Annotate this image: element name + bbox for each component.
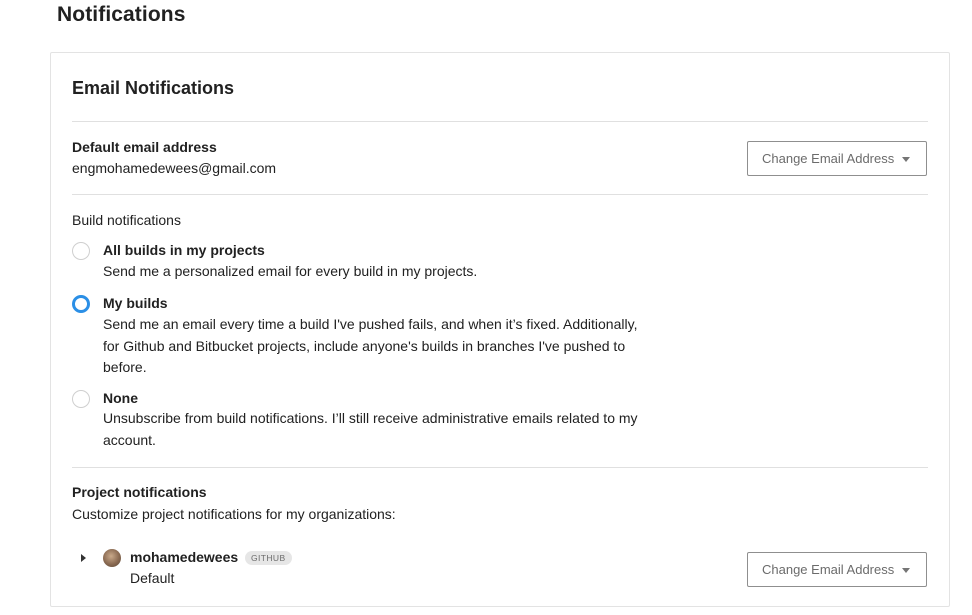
vcs-badge: GITHUB <box>245 551 292 565</box>
default-email-label: Default email address <box>72 139 217 155</box>
section-title: Email Notifications <box>72 78 235 98</box>
divider <box>72 121 928 122</box>
chevron-right-icon[interactable] <box>81 554 86 562</box>
option-title-all-builds: All builds in my projects <box>103 242 265 258</box>
build-notifications-label: Build notifications <box>72 212 181 228</box>
org-name[interactable]: mohamedewees <box>130 549 238 565</box>
org-setting: Default <box>130 570 175 586</box>
divider <box>72 194 928 195</box>
option-desc-none: Unsubscribe from build notifications. I’… <box>103 410 638 448</box>
email-notifications-card: Email Notifications Default email addres… <box>50 52 950 607</box>
radio-all-builds[interactable] <box>72 242 90 260</box>
change-email-dropdown[interactable]: Change Email Address <box>747 141 927 176</box>
chevron-down-icon <box>902 568 910 573</box>
change-email-label: Change Email Address <box>762 562 895 577</box>
option-desc-all-builds: Send me a personalized email for every b… <box>103 263 478 279</box>
radio-none[interactable] <box>72 390 90 408</box>
option-title-none: None <box>103 390 138 406</box>
radio-my-builds[interactable] <box>72 295 90 313</box>
project-notifications-description: Customize project notifications for my o… <box>72 506 396 522</box>
project-notifications-label: Project notifications <box>72 484 207 500</box>
org-avatar <box>103 549 121 567</box>
divider <box>72 467 928 468</box>
default-email-value: engmohamedewees@gmail.com <box>72 160 277 176</box>
chevron-down-icon <box>902 157 910 162</box>
org-change-email-dropdown[interactable]: Change Email Address <box>747 552 927 587</box>
page-title: Notifications <box>57 3 186 26</box>
option-desc-my-builds: Send me an email every time a build I've… <box>103 316 638 375</box>
option-title-my-builds: My builds <box>103 295 168 311</box>
change-email-label: Change Email Address <box>762 151 895 166</box>
